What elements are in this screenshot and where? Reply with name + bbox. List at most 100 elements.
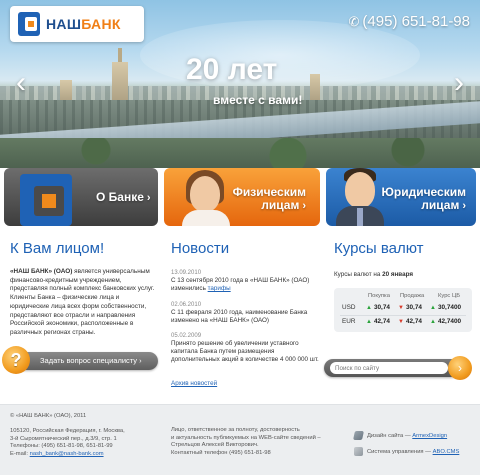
footer-design-link[interactable]: ArmexDesign (412, 433, 447, 439)
news-date: 02.06.2010 (171, 302, 202, 308)
slogan-subtitle: вместе с вами! (213, 93, 303, 107)
rates-caption-prefix: Курсы валют на (334, 271, 383, 278)
arrow-down-icon: ▼ (398, 305, 404, 311)
rates-section-title: Курсы валют (334, 240, 424, 257)
phone-number: (495) 651-81-98 (362, 13, 470, 30)
rate-sell: ▼ 42,74 (398, 318, 422, 325)
banner-about-label: О Банке › (96, 191, 151, 205)
chevron-right-icon: › (139, 356, 142, 365)
rate-cb-value: 30,7400 (437, 304, 462, 311)
search-input[interactable] (330, 362, 448, 374)
footer-responsible: Лицо, ответственное за полноту, достовер… (171, 427, 321, 457)
ask-button-text: Задать вопрос специалисту (40, 356, 138, 365)
woman-photo (178, 168, 234, 226)
rate-sell: ▼ 30,74 (398, 304, 422, 311)
site-search: › (324, 356, 476, 380)
banner-legal-entities[interactable]: Юридическим лицам › (326, 168, 476, 226)
arrow-up-icon: ▲ (366, 305, 372, 311)
rate-sell-value: 30,74 (405, 304, 422, 311)
rates-date: 20 января (382, 271, 414, 278)
slider-next-arrow-icon[interactable]: › (448, 66, 470, 100)
arrow-down-icon: ▼ (398, 319, 404, 325)
news-item: 13.09.2010 С 13 сентября 2010 года в «НА… (171, 270, 321, 293)
rate-buy-value: 30,74 (373, 304, 390, 311)
footer-email-label: E-mail: (10, 450, 30, 457)
news-tariffs-link[interactable]: тарифы (208, 285, 231, 292)
banner-individuals-line1: Физическим (232, 185, 306, 199)
footer-phones: Телефоны: (495) 651-81-98, 651-81-99 (10, 443, 113, 450)
about-bank-description: является универсальным финансово-кредитн… (10, 268, 155, 336)
banner-about-text: О Банке (96, 190, 144, 204)
rate-cb-value: 42,7400 (437, 318, 462, 325)
bank-logo-icon (18, 12, 40, 36)
rate-sell-value: 42,74 (405, 318, 422, 325)
chevron-right-icon: › (146, 192, 151, 204)
site-logo[interactable]: НАШБАНК (10, 6, 144, 42)
search-submit-icon[interactable]: › (448, 356, 472, 380)
face-section-title: К Вам лицом! (10, 240, 105, 257)
slogan-title: 20 лет (186, 53, 278, 86)
design-studio-icon (353, 431, 364, 440)
banner-legal-line1: Юридическим (381, 185, 467, 199)
news-date: 05.02.2009 (171, 333, 202, 339)
rates-header-cb: Курс ЦБ (438, 293, 461, 299)
news-section-title: Новости (171, 240, 230, 257)
banner-about-bank[interactable]: О Банке › (4, 168, 158, 226)
news-text: С 13 сентября 2010 года в «НАШ БАНК» (ОА… (171, 277, 321, 293)
logo-text-part1: НАШ (46, 16, 82, 32)
footer-cms-credit: Система управления — ABO.CMS (354, 447, 459, 457)
logo-text: НАШБАНК (46, 16, 121, 32)
currency-code: USD (342, 304, 356, 311)
footer-responsible-line: Лицо, ответственное за полноту, достовер… (171, 427, 300, 433)
footer-responsible-line: Контактный телефон (495) 651-81-98 (171, 449, 271, 456)
footer-email-link[interactable]: nash_bank@nash-bank.com (30, 451, 104, 457)
banner-legal-label: Юридическим лицам › (380, 185, 467, 213)
news-item: 02.06.2010 С 11 февраля 2010 года, наиме… (171, 302, 321, 325)
news-text: С 11 февраля 2010 года, наименование Бан… (171, 309, 308, 324)
bank-logo-icon (20, 174, 80, 226)
question-icon: ? (2, 346, 30, 374)
logo-text-part2: БАНК (81, 16, 121, 32)
ask-specialist-button[interactable]: ? Задать вопрос специалисту › (2, 346, 158, 374)
sky-glow (140, 20, 420, 90)
footer-copyright: © «НАШ БАНК» (ОАО), 2011 (10, 413, 87, 419)
footer-address-line: 105120, Российская Федерация, г. Москва, (10, 428, 125, 434)
news-item: 05.02.2009 Принято решение об увеличении… (171, 333, 321, 364)
ask-button-label: Задать вопрос специалисту › (40, 356, 142, 365)
banner-individuals[interactable]: Физическим лицам › (164, 168, 320, 226)
cms-icon (354, 447, 363, 456)
footer-design-credit: Дизайн сайта — ArmexDesign (353, 431, 447, 441)
news-text: Принято решение об увеличении уставного … (171, 340, 319, 363)
rates-table: Покупка Продажа Курс ЦБ USD ▲ 30,74 ▼ 30,7… (334, 288, 472, 332)
footer: © «НАШ БАНК» (ОАО), 2011 105120, Российс… (0, 404, 480, 475)
rate-buy: ▲ 30,74 (366, 304, 390, 311)
chevron-right-icon: › (462, 200, 466, 212)
header-phone: ✆ (495) 651-81-98 (349, 13, 470, 30)
footer-email: E-mail: nash_bank@nash-bank.com (10, 451, 160, 459)
news-date: 13.09.2010 (171, 270, 202, 276)
rate-buy: ▲ 42,74 (366, 318, 390, 325)
rates-header-sell: Продажа (400, 293, 425, 299)
rates-header-buy: Покупка (368, 293, 390, 299)
news-archive-link[interactable]: Архив новостей (171, 380, 217, 387)
arrow-up-icon: ▲ (430, 319, 436, 325)
news-text-body: С 13 сентября 2010 года в «НАШ БАНК» (ОА… (171, 277, 310, 292)
footer-responsible-line: Стрельцов Алексей Викторович. (171, 442, 259, 449)
rates-caption: Курсы валют на 20 января (334, 271, 413, 278)
phone-icon: ✆ (348, 14, 360, 29)
footer-cms-label: Система управления — (367, 449, 433, 456)
slider-prev-arrow-icon[interactable]: ‹ (10, 66, 32, 100)
rate-cb: ▲ 30,7400 (430, 304, 461, 311)
footer-address-line: 3-й Сыромятнический пер., д.3/9, стр. 1 (10, 435, 117, 442)
currency-code: EUR (342, 318, 356, 325)
about-bank-text: «НАШ БАНК» (ОАО) является универсальным … (10, 268, 160, 338)
trees (0, 138, 480, 168)
footer-design-label: Дизайн сайта — (367, 433, 413, 440)
chevron-right-icon: › (302, 200, 306, 212)
footer-cms-link[interactable]: ABO.CMS (433, 449, 460, 455)
man-photo (336, 168, 384, 226)
rate-buy-value: 42,74 (373, 318, 390, 325)
arrow-up-icon: ▲ (366, 319, 372, 325)
footer-address: 105120, Российская Федерация, г. Москва,… (10, 428, 160, 458)
banner-individuals-label: Физическим лицам › (228, 186, 306, 213)
